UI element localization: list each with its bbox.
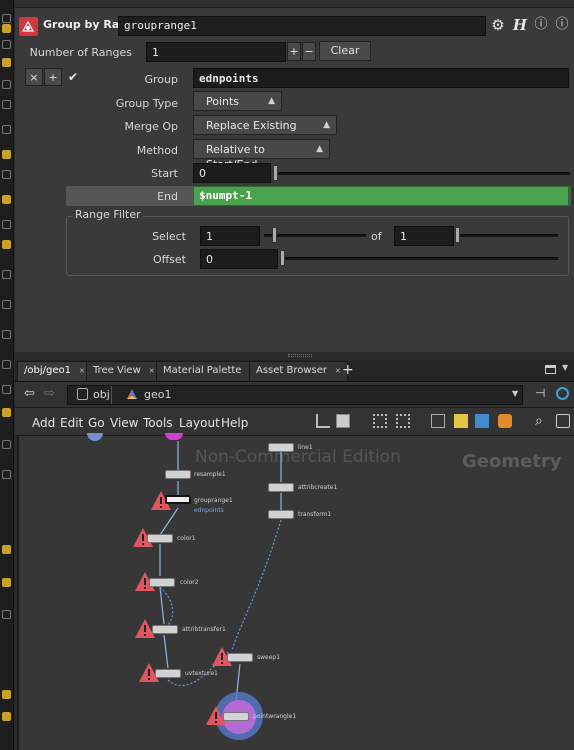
node-label: color1 xyxy=(177,535,196,542)
node-wires xyxy=(159,441,282,711)
node-group-comment: ednpoints xyxy=(194,507,224,514)
node-resample1[interactable] xyxy=(165,470,191,479)
node-label: uvtexture1 xyxy=(185,670,218,677)
node-transform1[interactable] xyxy=(268,510,294,519)
node-label: resample1 xyxy=(194,471,226,478)
node-color1[interactable] xyxy=(147,534,173,543)
node-color2[interactable] xyxy=(149,578,175,587)
node-grouprange1[interactable] xyxy=(165,495,191,504)
node-pointwrangle1[interactable] xyxy=(223,712,249,721)
node-uvtexture1[interactable] xyxy=(155,669,181,678)
node-attribtransfer1[interactable] xyxy=(152,625,178,634)
node-label: transform1 xyxy=(298,511,332,518)
node-attribcreate1[interactable] xyxy=(268,483,294,492)
node-line1[interactable] xyxy=(268,443,294,452)
node-label: attribcreate1 xyxy=(298,484,338,491)
node-label: line1 xyxy=(298,444,313,451)
node-label: attribtransfer1 xyxy=(182,626,226,633)
node-label: color2 xyxy=(180,579,199,586)
node-label: pointwrangle1 xyxy=(253,713,297,720)
node-label: sweep1 xyxy=(257,654,281,661)
node-label: grouprange1 xyxy=(194,497,233,504)
node-sweep1[interactable] xyxy=(227,653,253,662)
